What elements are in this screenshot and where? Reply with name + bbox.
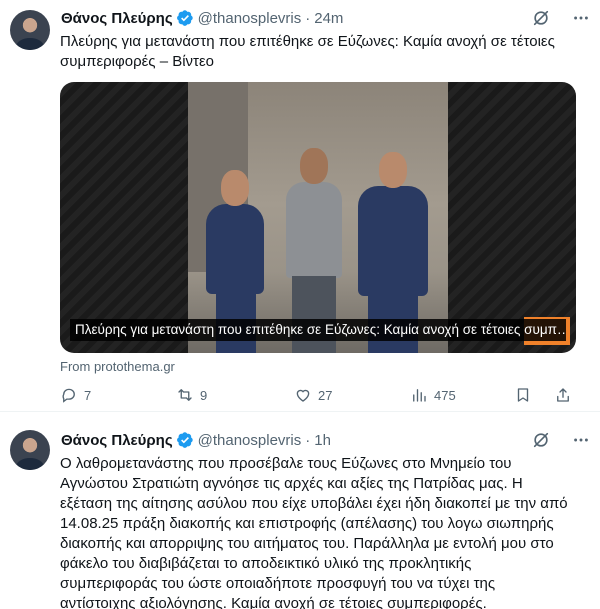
- video-caption: Πλεύρης για μετανάστη που επιτέθηκε σε Ε…: [70, 319, 566, 341]
- reply-button[interactable]: 7: [60, 386, 91, 404]
- bookmark-icon: [517, 388, 529, 402]
- repost-button[interactable]: 9: [176, 386, 207, 404]
- tweet-text-line: εξέταση της αίτησης ασύλου που είχε υποβ…: [60, 495, 568, 512]
- like-icon: [296, 389, 310, 402]
- verified-badge-icon: [176, 432, 193, 448]
- separator-dot: ·: [305, 9, 311, 27]
- tweet-text-line: Αγνώστου Στρατιώτη αγνόησε τις αρχές και…: [60, 475, 523, 492]
- tweet[interactable]: Θάνος Πλεύρης @thanosplevris · 24m Πλεύρ…: [0, 0, 600, 412]
- tweet-text-line: 14.08.25 πράξη διακοπής και επιστροφής (…: [60, 515, 554, 532]
- tweet-text: Πλεύρης για μετανάστη που επιτέθηκε σε Ε…: [60, 33, 555, 70]
- tweet-time[interactable]: 24m: [314, 10, 343, 27]
- like-count: 27: [318, 387, 333, 403]
- tweet-text-line: αντίστοιχης αξιολόγησης. Καμία ανοχή σε …: [60, 595, 487, 609]
- tweet-text-line: φάκελο του διαβιβάζεται το αποδεικτικό υ…: [60, 555, 472, 572]
- views-icon: [413, 389, 426, 402]
- share-icon: [557, 388, 569, 402]
- more-icon[interactable]: [572, 9, 590, 27]
- verified-badge-icon: [176, 10, 193, 26]
- author-handle[interactable]: @thanosplevris: [198, 432, 302, 449]
- separator-dot: ·: [305, 431, 311, 449]
- views-button[interactable]: 475: [410, 386, 456, 404]
- video-card[interactable]: Πλεύρης για μετανάστη που επιτέθηκε σε Ε…: [60, 82, 576, 353]
- tweet-header: Θάνος Πλεύρης @thanosplevris · 24m: [61, 8, 590, 28]
- reply-icon: [62, 388, 75, 403]
- repost-icon: [178, 389, 192, 401]
- more-icon[interactable]: [572, 431, 590, 449]
- share-button[interactable]: [554, 386, 572, 404]
- link-source[interactable]: From protothema.gr: [60, 359, 175, 374]
- avatar[interactable]: [10, 10, 50, 50]
- views-count: 475: [434, 387, 456, 403]
- tweet-text-line: συμπεριφοράς του ώστε οποιαδήποτε προσφυ…: [60, 575, 496, 592]
- author-name[interactable]: Θάνος Πλεύρης: [61, 432, 173, 449]
- like-button[interactable]: 27: [294, 386, 332, 404]
- tweet-time[interactable]: 1h: [314, 432, 331, 449]
- grok-icon[interactable]: [532, 431, 550, 449]
- video-thumbnail: [188, 82, 448, 353]
- tweet-header: Θάνος Πλεύρης @thanosplevris · 1h: [61, 430, 590, 450]
- grok-icon[interactable]: [532, 9, 550, 27]
- action-bar: 7 9 27 475: [60, 386, 576, 406]
- bookmark-button[interactable]: [514, 386, 532, 404]
- author-name[interactable]: Θάνος Πλεύρης: [61, 10, 173, 27]
- reply-count: 7: [84, 387, 92, 403]
- tweet-text: Ο λαθρομετανάστης που προσέβαλε τους Εύζ…: [60, 454, 596, 609]
- repost-count: 9: [200, 387, 208, 403]
- tweet-text-line: Ο λαθρομετανάστης που προσέβαλε τους Εύζ…: [60, 455, 512, 472]
- tweet[interactable]: Θάνος Πλεύρης @thanosplevris · 1h Ο λαθρ…: [0, 418, 600, 609]
- author-handle[interactable]: @thanosplevris: [198, 10, 302, 27]
- tweet-text-line: διακοπής και απορριψης του αιτήματος του…: [60, 535, 554, 552]
- avatar[interactable]: [10, 430, 50, 470]
